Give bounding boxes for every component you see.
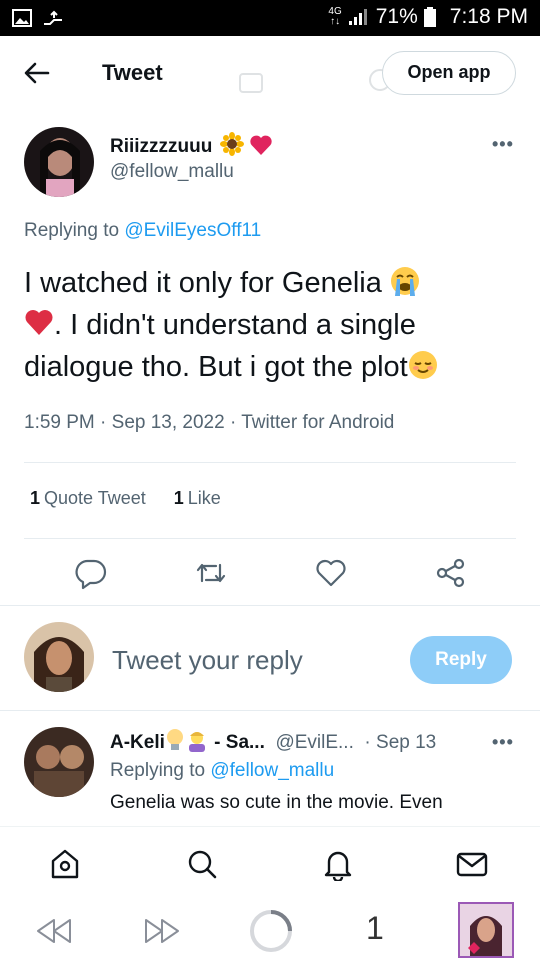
red-heart-emoji-icon xyxy=(25,310,53,335)
network-indicator: 4G ↑↓ xyxy=(328,6,342,27)
reply-replying-to: Replying to @fellow_mallu xyxy=(110,760,334,782)
quote-count: 1 xyxy=(30,488,41,508)
reply-author-name-suffix[interactable]: - Sa... xyxy=(209,732,265,753)
signal-icon xyxy=(348,9,367,25)
author-name[interactable]: Riiizzzzuuu xyxy=(110,132,273,158)
red-heart-emoji-icon xyxy=(250,135,272,155)
like-icon[interactable] xyxy=(314,556,348,590)
person-gesturing-emoji-icon xyxy=(188,732,205,752)
share-icon[interactable] xyxy=(434,556,468,590)
battery-percent: 71% xyxy=(375,5,418,28)
more-options-icon[interactable]: ••• xyxy=(492,134,514,155)
lightbulb-emoji-icon xyxy=(166,729,183,750)
open-app-button[interactable]: Open app xyxy=(382,51,516,95)
divider xyxy=(0,710,540,711)
sunflower-emoji-icon xyxy=(219,132,244,156)
wifi-hand-icon xyxy=(44,10,62,25)
search-icon[interactable] xyxy=(185,847,219,881)
replying-prefix: Replying to xyxy=(24,220,125,241)
bottom-navigation xyxy=(0,826,540,900)
reply-date[interactable]: · Sep 13 xyxy=(364,732,436,753)
tab-count[interactable]: 1 xyxy=(366,910,384,947)
reply-author-handle[interactable]: @EvilE... xyxy=(275,732,353,753)
quote-tweet-stat[interactable]: 1 Quote Tweet xyxy=(30,488,146,509)
tweet-header: Tweet Open app xyxy=(0,36,540,110)
retweet-icon[interactable] xyxy=(194,556,228,590)
divider xyxy=(24,538,516,539)
notifications-bell-icon[interactable] xyxy=(321,847,355,881)
divider xyxy=(0,605,540,606)
like-label: Like xyxy=(187,488,221,508)
reply-replying-to-link[interactable]: @fellow_mallu xyxy=(210,760,334,781)
browser-forward-icon[interactable] xyxy=(142,916,182,946)
relieved-face-emoji-icon xyxy=(408,351,437,379)
tweet-stats: 1 Quote Tweet 1 Like xyxy=(30,488,221,509)
author-avatar[interactable] xyxy=(24,127,94,197)
reply-header: A-Keli - Sa... @EvilE... · Sep 13 xyxy=(110,728,436,754)
messages-mail-icon[interactable] xyxy=(455,847,489,881)
quote-label: Quote Tweet xyxy=(44,488,146,508)
replying-to: Replying to @EvilEyesOff11 xyxy=(24,220,261,242)
home-icon[interactable] xyxy=(48,847,82,881)
tweet-text-part1: I watched it only for Genelia xyxy=(24,267,390,299)
author-handle[interactable]: @fellow_mallu xyxy=(110,161,234,183)
reply-author-name[interactable]: A-Keli xyxy=(110,732,165,753)
replying-to-link[interactable]: @EvilEyesOff11 xyxy=(124,220,261,241)
like-count: 1 xyxy=(173,488,184,508)
reply-replying-prefix: Replying to xyxy=(110,760,211,781)
tweet-text: I watched it only for Genelia . I didn't… xyxy=(24,262,524,388)
crying-face-emoji-icon xyxy=(390,267,419,296)
clock: 7:18 PM xyxy=(449,5,528,28)
tweet-text-part2: . I didn't understand a single dialogue … xyxy=(24,309,416,383)
browser-back-icon[interactable] xyxy=(34,916,74,946)
divider xyxy=(24,462,516,463)
reply-input[interactable]: Tweet your reply xyxy=(112,645,303,676)
tweet-timestamp[interactable]: 1:59 PM · Sep 13, 2022 · Twitter for And… xyxy=(24,412,394,434)
reply-button[interactable]: Reply xyxy=(410,636,512,684)
author-name-text: Riiizzzzuuu xyxy=(110,136,213,157)
gallery-icon xyxy=(12,9,32,27)
reply-more-options-icon[interactable]: ••• xyxy=(492,732,514,753)
reply-author-avatar[interactable] xyxy=(24,727,94,797)
reply-text: Genelia was so cute in the movie. Even xyxy=(110,792,443,813)
reply-icon[interactable] xyxy=(74,556,108,590)
user-avatar xyxy=(24,622,94,692)
status-bar: 4G ↑↓ 71% 7:18 PM xyxy=(0,0,540,36)
page-title: Tweet xyxy=(102,60,163,85)
loading-spinner-icon[interactable] xyxy=(248,908,294,954)
like-stat[interactable]: 1 Like xyxy=(174,488,221,509)
browser-toolbar: 1 xyxy=(0,900,540,960)
battery-icon xyxy=(423,7,436,27)
browser-profile-avatar[interactable] xyxy=(458,902,514,958)
back-arrow-icon[interactable] xyxy=(22,58,52,88)
